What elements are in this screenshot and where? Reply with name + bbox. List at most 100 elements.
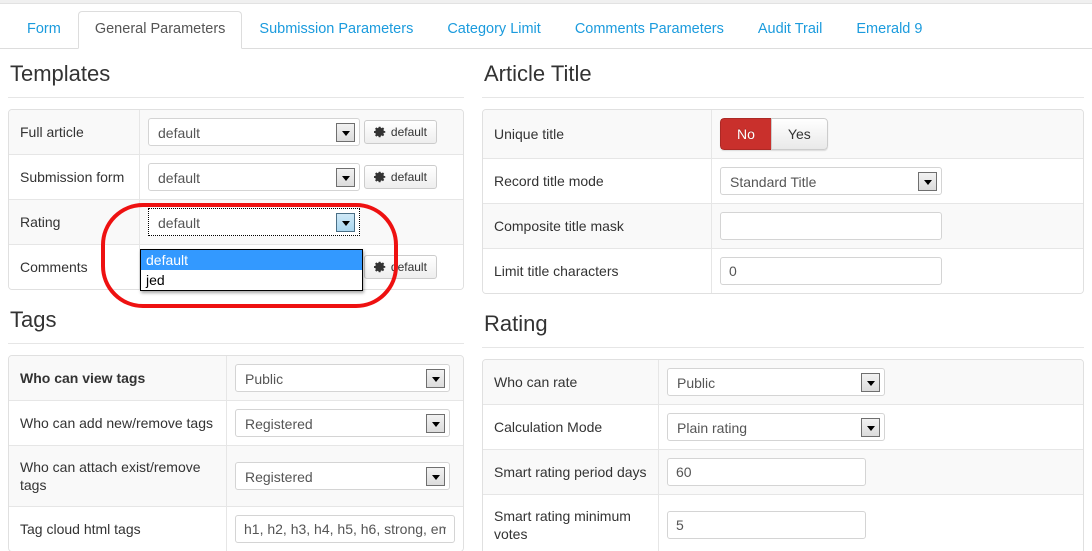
table-row: Who can add new/remove tags Registered [9,400,463,445]
select-value: Public [245,371,284,387]
row-value [659,494,1083,551]
select-value: Registered [245,469,313,485]
gear-icon [373,126,386,138]
table-row: Unique title No Yes [483,110,1083,158]
submission-form-default-button[interactable]: default [363,165,437,189]
composite-title-mask-input[interactable] [720,212,942,240]
unique-title-yes-option[interactable]: Yes [770,118,828,150]
row-label: Who can view tags [9,356,227,400]
smart-rating-minimum-votes-input[interactable] [667,511,866,539]
table-row: Calculation Mode Plain rating [483,404,1083,449]
tag-cloud-html-tags-input[interactable] [235,515,455,543]
row-label: Who can attach exist/remove tags [9,445,227,506]
submission-form-template-select[interactable]: default [148,163,360,191]
rating-table: Who can rate Public Calculation Mode Pla… [482,359,1084,551]
limit-title-characters-input[interactable] [720,257,942,285]
templates-section-divider [8,97,464,98]
full-article-default-button[interactable]: default [363,120,437,144]
right-column: Article Title Unique title No Yes Record… [482,58,1084,551]
table-row: Who can rate Public [483,360,1083,404]
table-row: Rating default [9,199,463,244]
chevron-down-icon[interactable] [861,373,880,392]
tags-section-divider [8,343,464,344]
rating-template-option-list[interactable]: default jed [140,249,363,291]
full-article-template-select[interactable]: default [148,118,360,146]
table-row: Limit title characters [483,248,1083,293]
record-title-mode-select[interactable]: Standard Title [720,167,942,195]
who-can-view-tags-select[interactable]: Public [235,364,450,392]
table-row: Who can attach exist/remove tags Registe… [9,445,463,506]
who-can-rate-select[interactable]: Public [667,368,885,396]
article-title-table: Unique title No Yes Record title mode St… [482,109,1084,294]
tab-comments-parameters[interactable]: Comments Parameters [558,11,741,49]
tab-emerald-9[interactable]: Emerald 9 [839,11,939,49]
chevron-down-icon[interactable] [918,172,937,191]
row-value: default default [140,154,463,199]
tab-bar: Form General Parameters Submission Param… [0,5,1092,49]
tab-submission-parameters[interactable]: Submission Parameters [242,11,430,49]
select-value: default [158,125,201,141]
row-value: Public [227,356,463,400]
tab-category-limit[interactable]: Category Limit [430,11,557,49]
tags-table: Who can view tags Public Who can add new… [8,355,464,551]
comments-default-button[interactable]: default [363,255,437,279]
who-can-add-remove-tags-select[interactable]: Registered [235,409,450,437]
table-row: Full article default default [9,110,463,154]
templates-section-title: Templates [10,61,111,86]
row-label: Record title mode [483,158,712,203]
row-value: default [140,199,463,244]
row-label: Who can rate [483,360,659,404]
row-value: default default [140,110,463,154]
smart-rating-period-days-input[interactable] [667,458,866,486]
tab-label: Submission Parameters [259,21,414,37]
row-value: No Yes [712,110,1083,158]
chevron-down-icon[interactable] [426,414,445,433]
unique-title-toggle[interactable]: No Yes [720,118,828,150]
row-label: Comments [9,244,140,289]
chevron-down-icon[interactable] [426,467,445,486]
tab-audit-trail[interactable]: Audit Trail [741,11,839,49]
row-label: Tag cloud html tags [9,506,227,551]
table-row: Who can view tags Public [9,356,463,400]
table-row: Tag cloud html tags [9,506,463,551]
row-value: Plain rating [659,404,1083,449]
chevron-down-icon[interactable] [426,369,445,388]
row-label: Submission form [9,154,140,199]
tab-label: Category Limit [447,21,541,37]
chevron-down-icon[interactable] [336,123,355,142]
select-value: Public [677,375,716,391]
select-value: default [158,170,201,186]
chevron-down-icon[interactable] [861,418,880,437]
rating-section-title: Rating [484,311,548,336]
calculation-mode-select[interactable]: Plain rating [667,413,885,441]
row-label: Rating [9,199,140,244]
row-value: Registered [227,400,463,445]
table-row: Submission form default default [9,154,463,199]
rating-section-divider [482,347,1084,348]
row-label: Unique title [483,110,712,158]
button-label: default [390,125,427,139]
chevron-down-icon[interactable] [336,213,355,232]
chevron-down-icon[interactable] [336,168,355,187]
gear-icon [373,261,386,273]
row-value: Public [659,360,1083,404]
table-row: Record title mode Standard Title [483,158,1083,203]
row-value [659,449,1083,494]
row-label: Who can add new/remove tags [9,400,227,445]
option-item[interactable]: default [141,250,362,270]
row-value [712,203,1083,248]
tab-label: General Parameters [94,21,226,37]
option-item[interactable]: jed [141,270,362,290]
tab-label: Form [27,21,61,37]
who-can-attach-remove-tags-select[interactable]: Registered [235,462,450,490]
unique-title-no-option[interactable]: No [720,118,771,150]
left-column: Templates Full article default default S… [8,58,464,551]
select-value: default [158,215,201,231]
row-label: Limit title characters [483,248,712,293]
tab-label: Emerald 9 [856,21,923,37]
row-label: Composite title mask [483,203,712,248]
tab-general-parameters[interactable]: General Parameters [77,11,243,49]
tab-form[interactable]: Form [10,11,78,49]
table-row: Smart rating period days [483,449,1083,494]
rating-template-select[interactable]: default [148,208,360,236]
